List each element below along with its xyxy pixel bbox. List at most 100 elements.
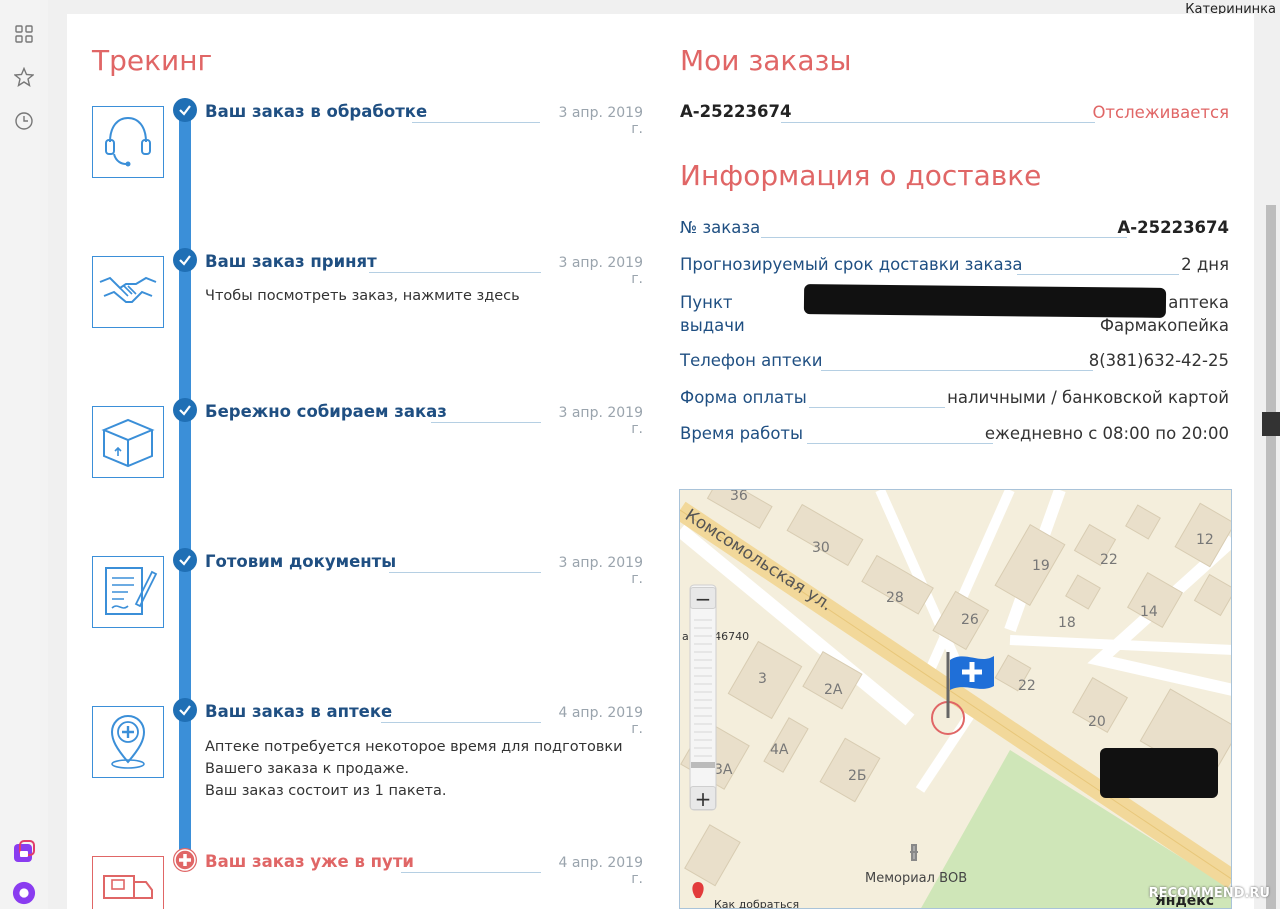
step-2-check-icon: [173, 248, 197, 272]
app-icon[interactable]: [12, 840, 36, 864]
step-1-date: 3 апр. 2019 г.: [558, 105, 643, 137]
step-4-divider: [389, 572, 541, 573]
pickup-value-line: Фармакопейка: [1099, 316, 1229, 335]
step-2-divider: [369, 272, 541, 273]
step-4-title: Готовим документы: [205, 552, 397, 571]
map-canvas[interactable]: 36 30 28 26 19 22 12 18 14 3 2А 22 20 4А…: [680, 490, 1232, 909]
pharmacy-map[interactable]: 36 30 28 26 19 22 12 18 14 3 2А 22 20 4А…: [679, 489, 1232, 909]
order-status: Отслеживается: [1092, 103, 1229, 122]
star-icon[interactable]: [12, 65, 36, 89]
map-building-label: 28: [886, 590, 904, 606]
delivery-divider: [821, 370, 1093, 371]
delivery-divider: [761, 237, 1127, 238]
step-5-check-icon: [173, 698, 197, 722]
redacted-address: [803, 284, 1167, 318]
step-5-divider: [381, 722, 541, 723]
zoom-in-button[interactable]: +: [690, 786, 716, 811]
step-2-icon-box: [92, 256, 164, 328]
browser-top-strip: [48, 0, 1280, 12]
tracking-title: Трекинг: [92, 44, 213, 77]
step-3-icon-box: [92, 406, 164, 478]
headset-icon: [96, 108, 160, 176]
step-5-desc-line: Вашего заказа к продаже.: [205, 761, 409, 777]
redacted-map-area: [1100, 748, 1218, 798]
map-building-label: 30: [812, 540, 830, 556]
step-6-icon-box: [92, 856, 164, 909]
step-1-divider: [412, 122, 540, 123]
map-building-label: 22: [1100, 552, 1118, 568]
document-icon: [96, 558, 160, 626]
delivery-hours-label: Время работы: [680, 424, 804, 443]
truck-icon: [96, 858, 160, 909]
delivery-term-value: 2 дня: [1181, 255, 1229, 274]
step-5-date: 4 апр. 2019 г.: [558, 705, 643, 737]
map-hint-label: Как добраться: [714, 898, 799, 909]
map-building-label: 36: [730, 490, 748, 504]
clock-icon[interactable]: [12, 109, 36, 133]
step-6-divider: [401, 872, 541, 873]
delivery-term-label: Прогнозируемый срок доставки заказа: [680, 255, 1023, 274]
alice-icon[interactable]: [12, 881, 36, 905]
step-5-desc-line: Аптеке потребуется некоторое время для п…: [205, 739, 623, 755]
box-icon: [96, 408, 160, 476]
delivery-pickup-label: Пункт выдачи: [680, 291, 745, 337]
zoom-out-button[interactable]: −: [690, 587, 716, 610]
step-6-date: 4 апр. 2019 г.: [558, 855, 643, 887]
map-building-label: 22: [1018, 678, 1036, 694]
scrollbar-track[interactable]: [1266, 205, 1276, 909]
map-building-label: 18: [1058, 615, 1076, 631]
step-2-date: 3 апр. 2019 г.: [558, 255, 643, 287]
step-5-desc: Аптеке потребуется некоторое время для п…: [205, 736, 623, 802]
order-divider: [781, 122, 1095, 123]
pickup-label-line: Пункт: [680, 293, 733, 312]
grid-icon[interactable]: [12, 22, 36, 46]
watermark: RECOMMEND.RU: [1148, 886, 1270, 901]
handshake-icon: [96, 266, 160, 318]
pickup-label-line: выдачи: [680, 316, 745, 335]
step-6-plus-icon: [173, 848, 197, 872]
delivery-divider: [809, 407, 945, 408]
scrollbar-thumb[interactable]: [1262, 412, 1280, 436]
map-building-label: 12: [1196, 532, 1214, 548]
step-3-check-icon: [173, 398, 197, 422]
step-5-icon-box: [92, 706, 164, 778]
map-building-label: 2Б: [848, 768, 867, 784]
map-building-label: 19: [1032, 558, 1050, 574]
map-landmark-label: Мемориал ВОВ: [865, 871, 967, 886]
map-building-label: 26: [961, 612, 979, 628]
delivery-divider: [1017, 274, 1179, 275]
step-2-title: Ваш заказ принят: [205, 252, 377, 271]
step-3-date: 3 апр. 2019 г.: [558, 405, 643, 437]
pharmacy-pin-icon: [96, 708, 160, 776]
delivery-divider: [807, 443, 993, 444]
step-1-icon-box: [92, 106, 164, 178]
step-4-icon-box: [92, 556, 164, 628]
delivery-order-label: № заказа: [680, 218, 761, 237]
tracking-page: Трекинг Ваш заказ в обработке 3 апр. 201…: [67, 14, 1254, 909]
timeline-bar: [179, 104, 191, 864]
step-3-title: Бережно собираем заказ: [205, 402, 447, 421]
step-6-title: Ваш заказ уже в пути: [205, 852, 414, 871]
browser-sidebar: [0, 0, 48, 909]
order-number[interactable]: А-25223674: [680, 102, 791, 121]
map-building-label: 4А: [770, 742, 789, 758]
map-building-label: 14: [1140, 604, 1158, 620]
orders-title: Мои заказы: [680, 44, 852, 77]
step-3-divider: [431, 422, 541, 423]
map-building-label: 3А: [714, 762, 733, 778]
step-4-date: 3 апр. 2019 г.: [558, 555, 643, 587]
delivery-hours-value: ежедневно с 08:00 по 20:00: [984, 424, 1229, 443]
step-5-desc-line: Ваш заказ состоит из 1 пакета.: [205, 783, 447, 799]
delivery-order-value: А-25223674: [1117, 218, 1229, 237]
delivery-phone-value: 8(381)632-42-25: [1088, 351, 1229, 370]
map-building-label: 3: [758, 671, 767, 687]
delivery-title: Информация о доставке: [680, 159, 1042, 192]
delivery-phone-label: Телефон аптеки: [680, 351, 823, 370]
delivery-payment-value: наличными / банковской картой: [947, 388, 1229, 407]
delivery-payment-label: Форма оплаты: [680, 388, 807, 407]
step-2-desc-link[interactable]: Чтобы посмотреть заказ, нажмите здесь: [205, 285, 520, 307]
step-1-check-icon: [173, 98, 197, 122]
map-building-label: 2А: [824, 682, 843, 698]
step-5-title: Ваш заказ в аптеке: [205, 702, 393, 721]
step-1-title: Ваш заказ в обработке: [205, 102, 428, 121]
